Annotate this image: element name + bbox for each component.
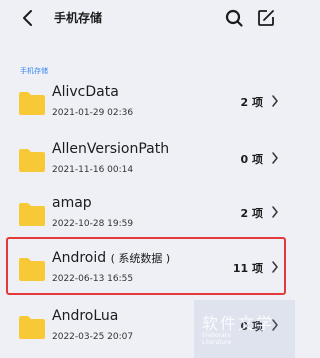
item-count: 2 项 [240, 96, 263, 109]
folder-name: AlivcData [52, 84, 119, 100]
watermark: 软件文学 Elaborate Literature [194, 300, 295, 358]
folder-icon [19, 149, 45, 172]
folder-icon [19, 203, 45, 226]
folder-name: amap [52, 195, 92, 211]
folder-icon [19, 316, 45, 339]
search-icon[interactable] [224, 8, 244, 28]
folder-date: 2021-01-29 02:36 [52, 108, 134, 118]
folder-date: 2021-11-16 00:14 [52, 165, 134, 175]
chevron-right-icon [272, 95, 278, 107]
item-count: 0 项 [240, 153, 263, 166]
folder-icon [19, 92, 45, 115]
folder-name: AndroLua [52, 308, 119, 324]
folder-name: AllenVersionPath [52, 141, 170, 157]
item-count: 2 项 [240, 207, 263, 220]
watermark-title: 软件文学 [202, 314, 275, 333]
watermark-subtitle: Elaborate Literature [202, 332, 231, 346]
watermark-line: Literature [202, 339, 232, 346]
watermark-line: Elaborate [202, 332, 231, 339]
folder-date: 2022-10-28 19:59 [52, 219, 134, 229]
back-icon[interactable] [20, 8, 36, 28]
chevron-right-icon [272, 206, 278, 218]
page-title: 手机存储 [54, 11, 103, 25]
highlight-box [6, 237, 286, 295]
section-label: 手机存储 [20, 67, 48, 75]
folder-date: 2022-03-25 20:07 [52, 332, 134, 342]
list-item[interactable]: AlivcData 2021-01-29 02:36 2 项 [0, 78, 295, 134]
edit-icon[interactable] [256, 8, 276, 28]
list-item[interactable]: AllenVersionPath 2021-11-16 00:14 0 项 [0, 135, 295, 191]
chevron-right-icon [272, 152, 278, 164]
top-bar: 手机存储 [0, 0, 295, 36]
